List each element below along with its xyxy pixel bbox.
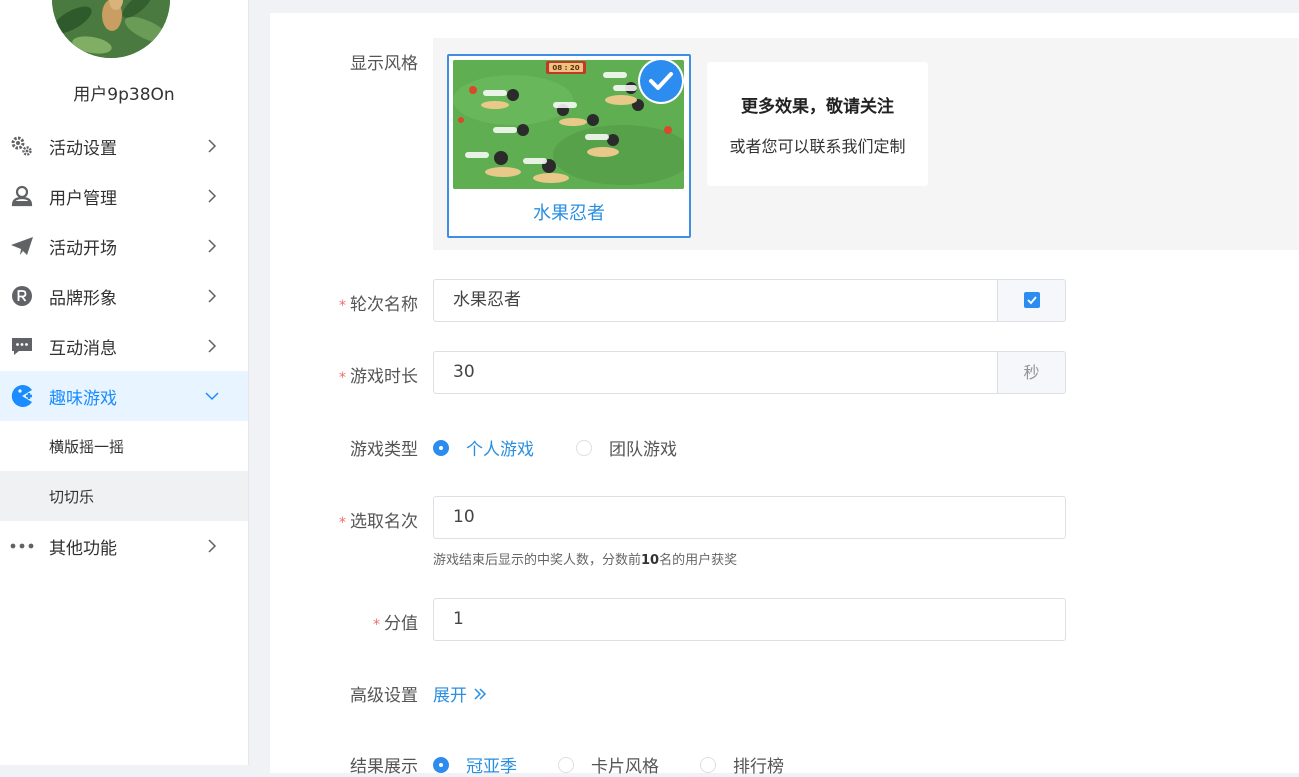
chevron-right-icon — [208, 539, 217, 553]
more-styles-card: 更多效果，敬请关注 或者您可以联系我们定制 — [707, 62, 928, 186]
style-option-name: 水果忍者 — [533, 203, 605, 224]
sidebar-item-label: 趣味游戏 — [49, 388, 117, 409]
thumb-timer: 08 : 20 — [552, 64, 580, 72]
sidebar-item-label: 品牌形象 — [49, 288, 117, 309]
required-asterisk: * — [339, 298, 346, 314]
double-chevron-right-icon — [474, 687, 487, 700]
sidebar: 用户9p38On 活动设置 用户管理 活动开场 品牌形象 互动消息 趣味游戏 横… — [0, 0, 249, 765]
sidebar-item-other-functions[interactable]: 其他功能 — [0, 521, 248, 571]
sidebar-item-activity-opening[interactable]: 活动开场 — [0, 221, 248, 271]
sidebar-item-fun-games[interactable]: 趣味游戏 — [0, 371, 248, 421]
score-input[interactable]: 1 — [433, 598, 1066, 641]
paper-plane-icon — [10, 234, 34, 258]
sidebar-item-user-management[interactable]: 用户管理 — [0, 171, 248, 221]
winners-hint: 游戏结束后显示的中奖人数，分数前10名的用户获奖 — [433, 553, 738, 568]
radio-dot — [433, 439, 449, 456]
chevron-right-icon — [208, 289, 217, 303]
advanced-label: 高级设置 — [350, 686, 418, 706]
sidebar-item-brand-image[interactable]: 品牌形象 — [0, 271, 248, 321]
winners-input[interactable]: 10 — [433, 496, 1066, 539]
registered-icon — [10, 284, 34, 308]
sidebar-menu: 活动设置 用户管理 活动开场 品牌形象 互动消息 趣味游戏 横版摇一摇 切切乐 … — [0, 121, 248, 571]
duration-input[interactable]: 30 — [433, 351, 999, 394]
required-asterisk: * — [339, 515, 346, 531]
round-name-addon — [997, 279, 1066, 322]
submenu-item-slice[interactable]: 切切乐 — [0, 471, 248, 521]
duration-label: * 游戏时长 — [339, 367, 418, 387]
submenu-item-shake[interactable]: 横版摇一摇 — [0, 421, 248, 471]
sidebar-item-interactive-messages[interactable]: 互动消息 — [0, 321, 248, 371]
game-icon — [10, 384, 34, 408]
chevron-right-icon — [208, 339, 217, 353]
user-icon — [10, 184, 34, 208]
radio-dot — [576, 439, 592, 456]
chevron-down-icon — [205, 392, 219, 401]
sidebar-item-label: 用户管理 — [49, 188, 117, 209]
username: 用户9p38On — [73, 85, 175, 105]
avatar[interactable] — [52, 0, 170, 58]
duration-unit: 秒 — [997, 351, 1066, 394]
radio-team-game[interactable]: 团队游戏 — [576, 435, 677, 460]
chevron-right-icon — [208, 139, 217, 153]
sidebar-item-label: 活动开场 — [49, 238, 117, 259]
winners-label: * 选取名次 — [339, 512, 418, 532]
display-style-label: 显示风格 — [350, 54, 418, 74]
chevron-right-icon — [208, 189, 217, 203]
sidebar-item-label: 活动设置 — [49, 138, 117, 159]
expand-link[interactable]: 展开 — [433, 681, 488, 706]
game-type-label: 游戏类型 — [350, 440, 418, 460]
sidebar-item-activity-settings[interactable]: 活动设置 — [0, 121, 248, 171]
round-name-checkbox[interactable] — [1023, 291, 1040, 308]
required-asterisk: * — [373, 617, 380, 633]
score-label: * 分值 — [373, 614, 418, 634]
chat-icon — [10, 334, 34, 358]
sidebar-item-label: 其他功能 — [49, 538, 117, 559]
round-name-label: * 轮次名称 — [339, 295, 418, 315]
more-styles-title: 更多效果，敬请关注 — [741, 97, 894, 117]
radio-individual-game[interactable]: 个人游戏 — [433, 435, 534, 460]
more-dots-icon — [10, 534, 34, 558]
sidebar-item-label: 互动消息 — [49, 338, 117, 359]
chevron-right-icon — [208, 239, 217, 253]
selected-check-icon — [640, 60, 682, 102]
round-name-input[interactable]: 水果忍者 — [433, 279, 999, 322]
required-asterisk: * — [339, 370, 346, 386]
gear-icon — [10, 134, 34, 158]
more-styles-subtitle: 或者您可以联系我们定制 — [729, 137, 906, 156]
